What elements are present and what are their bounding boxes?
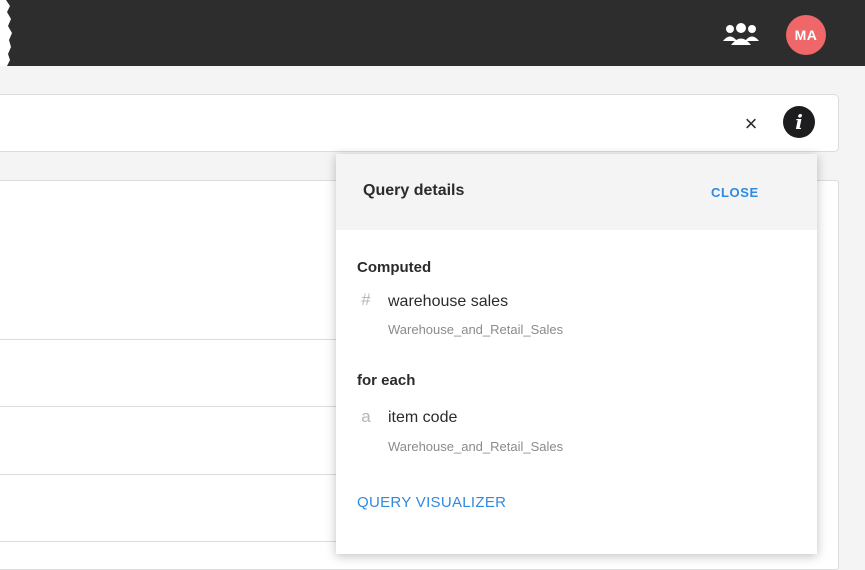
column-name: item code <box>388 409 458 426</box>
user-avatar[interactable]: MA <box>786 15 826 55</box>
panel-header: Query details CLOSE <box>336 154 817 230</box>
torn-edge <box>0 0 12 66</box>
query-visualizer-link[interactable]: QUERY VISUALIZER <box>357 494 506 511</box>
section-title-for-each: for each <box>357 372 416 389</box>
top-nav-bar: MA <box>0 0 865 66</box>
search-bar[interactable] <box>0 94 839 152</box>
column-source: Warehouse_and_Retail_Sales <box>388 322 564 337</box>
text-type-icon: a <box>361 407 371 426</box>
row-divider <box>0 541 340 542</box>
users-group-icon[interactable] <box>721 21 761 47</box>
column-source: Warehouse_and_Retail_Sales <box>388 439 564 454</box>
row-divider <box>0 474 340 475</box>
column-name: warehouse sales <box>388 293 509 310</box>
panel-title: Query details <box>363 182 465 199</box>
info-icon[interactable]: i <box>783 106 815 138</box>
numeric-type-icon: # <box>361 290 371 309</box>
row-divider <box>0 339 340 340</box>
row-divider <box>0 406 340 407</box>
query-details-panel: Query details CLOSE Computed # warehouse… <box>336 154 817 554</box>
section-title-computed: Computed <box>357 259 432 276</box>
close-button[interactable]: CLOSE <box>711 185 759 200</box>
close-icon[interactable]: × <box>740 113 762 135</box>
